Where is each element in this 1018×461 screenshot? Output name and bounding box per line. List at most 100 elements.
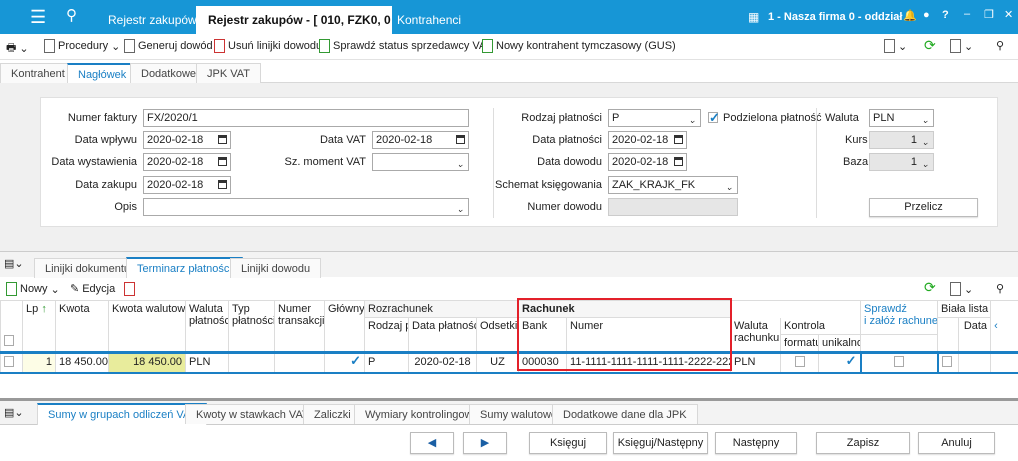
header-odsetki[interactable]: Odsetki <box>475 317 520 353</box>
header-kwota-walutowa[interactable]: Kwota walutowa <box>108 300 186 353</box>
edit-button[interactable]: ✎ Edycja <box>70 282 115 296</box>
cell-sprawdz[interactable] <box>859 351 939 374</box>
checkbox[interactable] <box>941 355 952 367</box>
header-unikalno[interactable]: unikalno <box>818 333 862 353</box>
tab-zaliczki[interactable]: Zaliczki <box>303 404 362 424</box>
cell-waluta[interactable]: PLN <box>185 351 229 373</box>
save-button[interactable]: Zapisz <box>816 432 910 454</box>
cell-rodzaj[interactable]: P <box>364 351 409 373</box>
grid-icon[interactable]: ▦ <box>748 10 759 24</box>
checkbox[interactable] <box>4 355 14 367</box>
calendar-icon[interactable] <box>674 157 683 166</box>
tab-payment-schedule[interactable]: Terminarz płatności <box>126 257 243 278</box>
cell-lp[interactable]: 1 <box>22 351 56 373</box>
settings-button[interactable]: ⌄ <box>884 39 907 53</box>
calendar-icon[interactable] <box>218 157 227 166</box>
generate-button[interactable]: Generuj dowód <box>124 39 213 53</box>
payment-type-select[interactable]: P ⌄ <box>608 109 701 127</box>
issue-date-input[interactable]: 2020-02-18 <box>143 153 231 171</box>
header-kwota[interactable]: Kwota <box>55 300 109 353</box>
document-number-input[interactable] <box>608 198 738 216</box>
refresh-icon[interactable]: ⟳ <box>924 279 936 296</box>
row-select[interactable] <box>0 351 23 373</box>
cell-glowny[interactable]: ✓ <box>324 351 365 373</box>
base-select[interactable]: 1 ⌄ <box>869 153 934 171</box>
purchase-date-input[interactable]: 2020-02-18 <box>143 176 231 194</box>
rate-select[interactable]: 1 ⌄ <box>869 131 934 149</box>
select-all-cell[interactable] <box>0 300 23 353</box>
collapse-arrow-icon[interactable]: ‹ <box>990 300 1018 353</box>
tab-document-lines[interactable]: Linijki dokumentu <box>34 258 141 278</box>
cell-numer-transakcji[interactable] <box>274 351 325 373</box>
cell-unikalno[interactable]: ✓ <box>818 351 862 373</box>
checkbox[interactable] <box>794 355 805 367</box>
header-waluta[interactable]: Waluta płatności <box>185 300 229 353</box>
view-settings-button[interactable]: ⌄ <box>950 39 973 53</box>
search-icon[interactable]: ⚲ <box>66 6 77 24</box>
tab-jpk-vat[interactable]: JPK VAT <box>196 63 261 83</box>
tab-naglowek[interactable]: Nagłówek <box>67 63 138 83</box>
procedures-button[interactable]: Procedury ⌄ <box>44 39 120 53</box>
header-typ[interactable]: Typ płatności <box>228 300 275 353</box>
bell-icon[interactable]: 🔔 <box>903 9 917 22</box>
cell-kwota[interactable]: 18 450.00 <box>55 351 109 373</box>
cell-data-platnosci[interactable]: 2020-02-18 <box>408 351 477 373</box>
header-data[interactable]: Data <box>958 317 992 353</box>
payment-date-input[interactable]: 2020-02-18 <box>608 131 687 149</box>
invoice-number-input[interactable]: FX/2020/1 <box>143 109 469 127</box>
description-select[interactable]: ⌄ <box>143 198 469 216</box>
cell-typ[interactable] <box>228 351 275 373</box>
prev-button[interactable]: ◀ <box>410 432 454 454</box>
recalculate-button[interactable]: Przelicz <box>869 198 978 217</box>
cell-waluta-rachunku[interactable]: PLN <box>730 351 782 373</box>
new-button[interactable]: Nowy ⌄ <box>6 282 60 296</box>
tab-current-document[interactable]: Rejestr zakupów - [ 010, FZK0, 0 ] <box>196 6 392 34</box>
tab-sumy-vat[interactable]: Sumy w grupach odliczeń VAT <box>37 403 208 425</box>
new-contractor-button[interactable]: Nowy kontrahent tymczasowy (GUS) <box>482 39 676 53</box>
tab-kontrahenci[interactable]: Kontrahenci <box>385 6 473 34</box>
cell-data[interactable] <box>958 351 992 373</box>
cell-odsetki[interactable]: UZ <box>475 351 520 373</box>
checkbox[interactable] <box>894 355 905 367</box>
tab-kontrahent[interactable]: Kontrahent <box>0 63 76 83</box>
vat-date-input[interactable]: 2020-02-18 <box>372 131 469 149</box>
refresh-icon[interactable]: ⟳ <box>924 37 936 54</box>
user-icon[interactable]: ● <box>923 9 930 21</box>
tab-rejestr-zakupow[interactable]: Rejestr zakupów <box>96 6 209 34</box>
help-icon[interactable]: ? <box>942 9 949 21</box>
cancel-button[interactable]: Anuluj <box>918 432 995 454</box>
calendar-icon[interactable] <box>456 135 465 144</box>
accounting-scheme-select[interactable]: ZAK_KRAJK_FK ⌄ <box>608 176 738 194</box>
menu-icon[interactable]: ☰ <box>30 7 46 28</box>
print-button[interactable]: 🖶 ⌄ <box>6 39 29 58</box>
header-formatu[interactable]: formatu <box>780 333 820 353</box>
check-icon[interactable]: ✓ <box>350 353 361 368</box>
layout-icon[interactable]: ▤⌄ <box>4 406 24 419</box>
check-vat-button[interactable]: Sprawdź status sprzedawcy VAT <box>319 39 492 53</box>
view-settings-button[interactable]: ⌄ <box>950 282 973 296</box>
cell-biala-check[interactable] <box>937 351 960 373</box>
header-waluta-rachunku[interactable]: Waluta rachunku <box>730 317 782 353</box>
tab-voucher-lines[interactable]: Linijki dowodu <box>230 258 322 278</box>
company-selector[interactable]: 1 - Nasza firma 0 - oddział <box>768 11 902 23</box>
post-button[interactable]: Księguj <box>529 432 607 454</box>
header-data-platnosci[interactable]: Data płatności <box>408 317 477 353</box>
search-panel-icon[interactable]: ⚲ <box>996 39 1004 52</box>
delete-button[interactable] <box>124 282 135 296</box>
calendar-icon[interactable] <box>218 180 227 189</box>
table-row[interactable]: 1 18 450.00 18 450.00 PLN ✓ P 2020-02-18… <box>0 351 1018 374</box>
tab-kwoty-stawki[interactable]: Kwoty w stawkach VAT <box>185 404 320 424</box>
header-numer-transakcji[interactable]: Numer transakcji <box>274 300 325 353</box>
header-rodzaj[interactable]: Rodzaj p. <box>364 317 409 353</box>
post-next-button[interactable]: Księguj/Następny <box>613 432 708 454</box>
next-arrow-button[interactable]: ▶ <box>463 432 507 454</box>
cell-kwota-walutowa[interactable]: 18 450.00 <box>108 351 186 373</box>
layout-icon[interactable]: ▤⌄ <box>4 257 24 270</box>
restore-icon[interactable]: ❐ <box>984 8 994 21</box>
header-sprawdz[interactable]: Sprawdź i załóż rachunek <box>860 300 939 335</box>
check-icon[interactable]: ✓ <box>846 353 857 368</box>
header-lp[interactable]: Lp ↑ <box>22 300 56 353</box>
cell-formatu[interactable] <box>780 351 820 373</box>
split-payment-checkbox[interactable]: ✓ <box>708 111 720 124</box>
currency-select[interactable]: PLN ⌄ <box>869 109 934 127</box>
